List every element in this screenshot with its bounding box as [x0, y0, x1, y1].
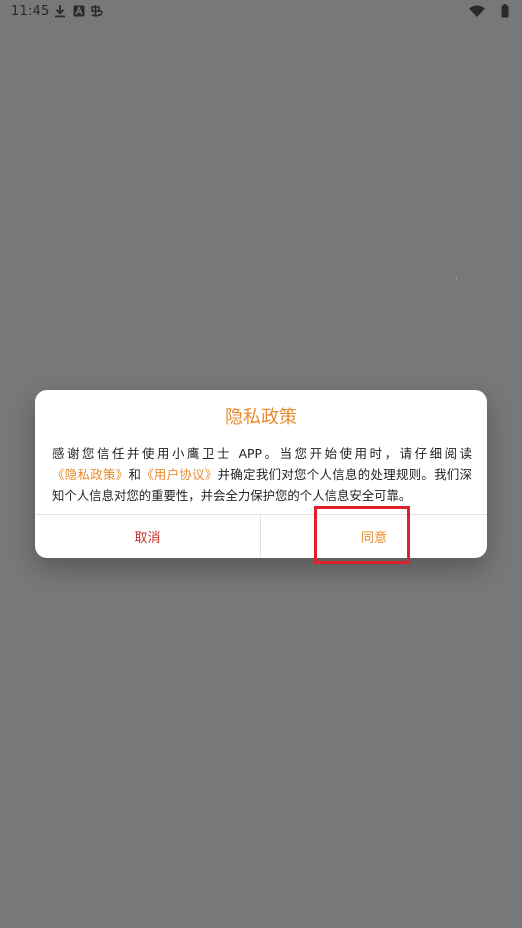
wifi-icon: [469, 4, 485, 18]
speck: [456, 278, 457, 279]
privacy-policy-link[interactable]: 《隐私政策》: [52, 467, 128, 482]
battery-icon: [501, 4, 509, 18]
user-agreement-link[interactable]: 《用户协议》: [141, 467, 217, 482]
agree-button[interactable]: 同意: [261, 515, 487, 558]
privacy-policy-dialog: 隐私政策 感谢您信任并使用小鹰卫士 APP。当您开始使用时，请仔细阅读《隐私政策…: [35, 390, 487, 558]
dialog-message: 感谢您信任并使用小鹰卫士 APP。当您开始使用时，请仔细阅读《隐私政策》和《用户…: [52, 443, 472, 506]
status-bar: 11:45: [0, 0, 522, 24]
notification-a-icon: [73, 4, 85, 18]
download-icon: [54, 4, 66, 18]
cancel-button[interactable]: 取消: [35, 515, 260, 558]
message-text-and: 和: [128, 467, 142, 482]
message-text-part1: 感谢您信任并使用小鹰卫士 APP。当您开始使用时，请仔细阅读: [52, 446, 472, 461]
status-time: 11:45: [11, 4, 50, 19]
dialog-title: 隐私政策: [225, 407, 297, 428]
app-notification-icon: [90, 4, 104, 18]
